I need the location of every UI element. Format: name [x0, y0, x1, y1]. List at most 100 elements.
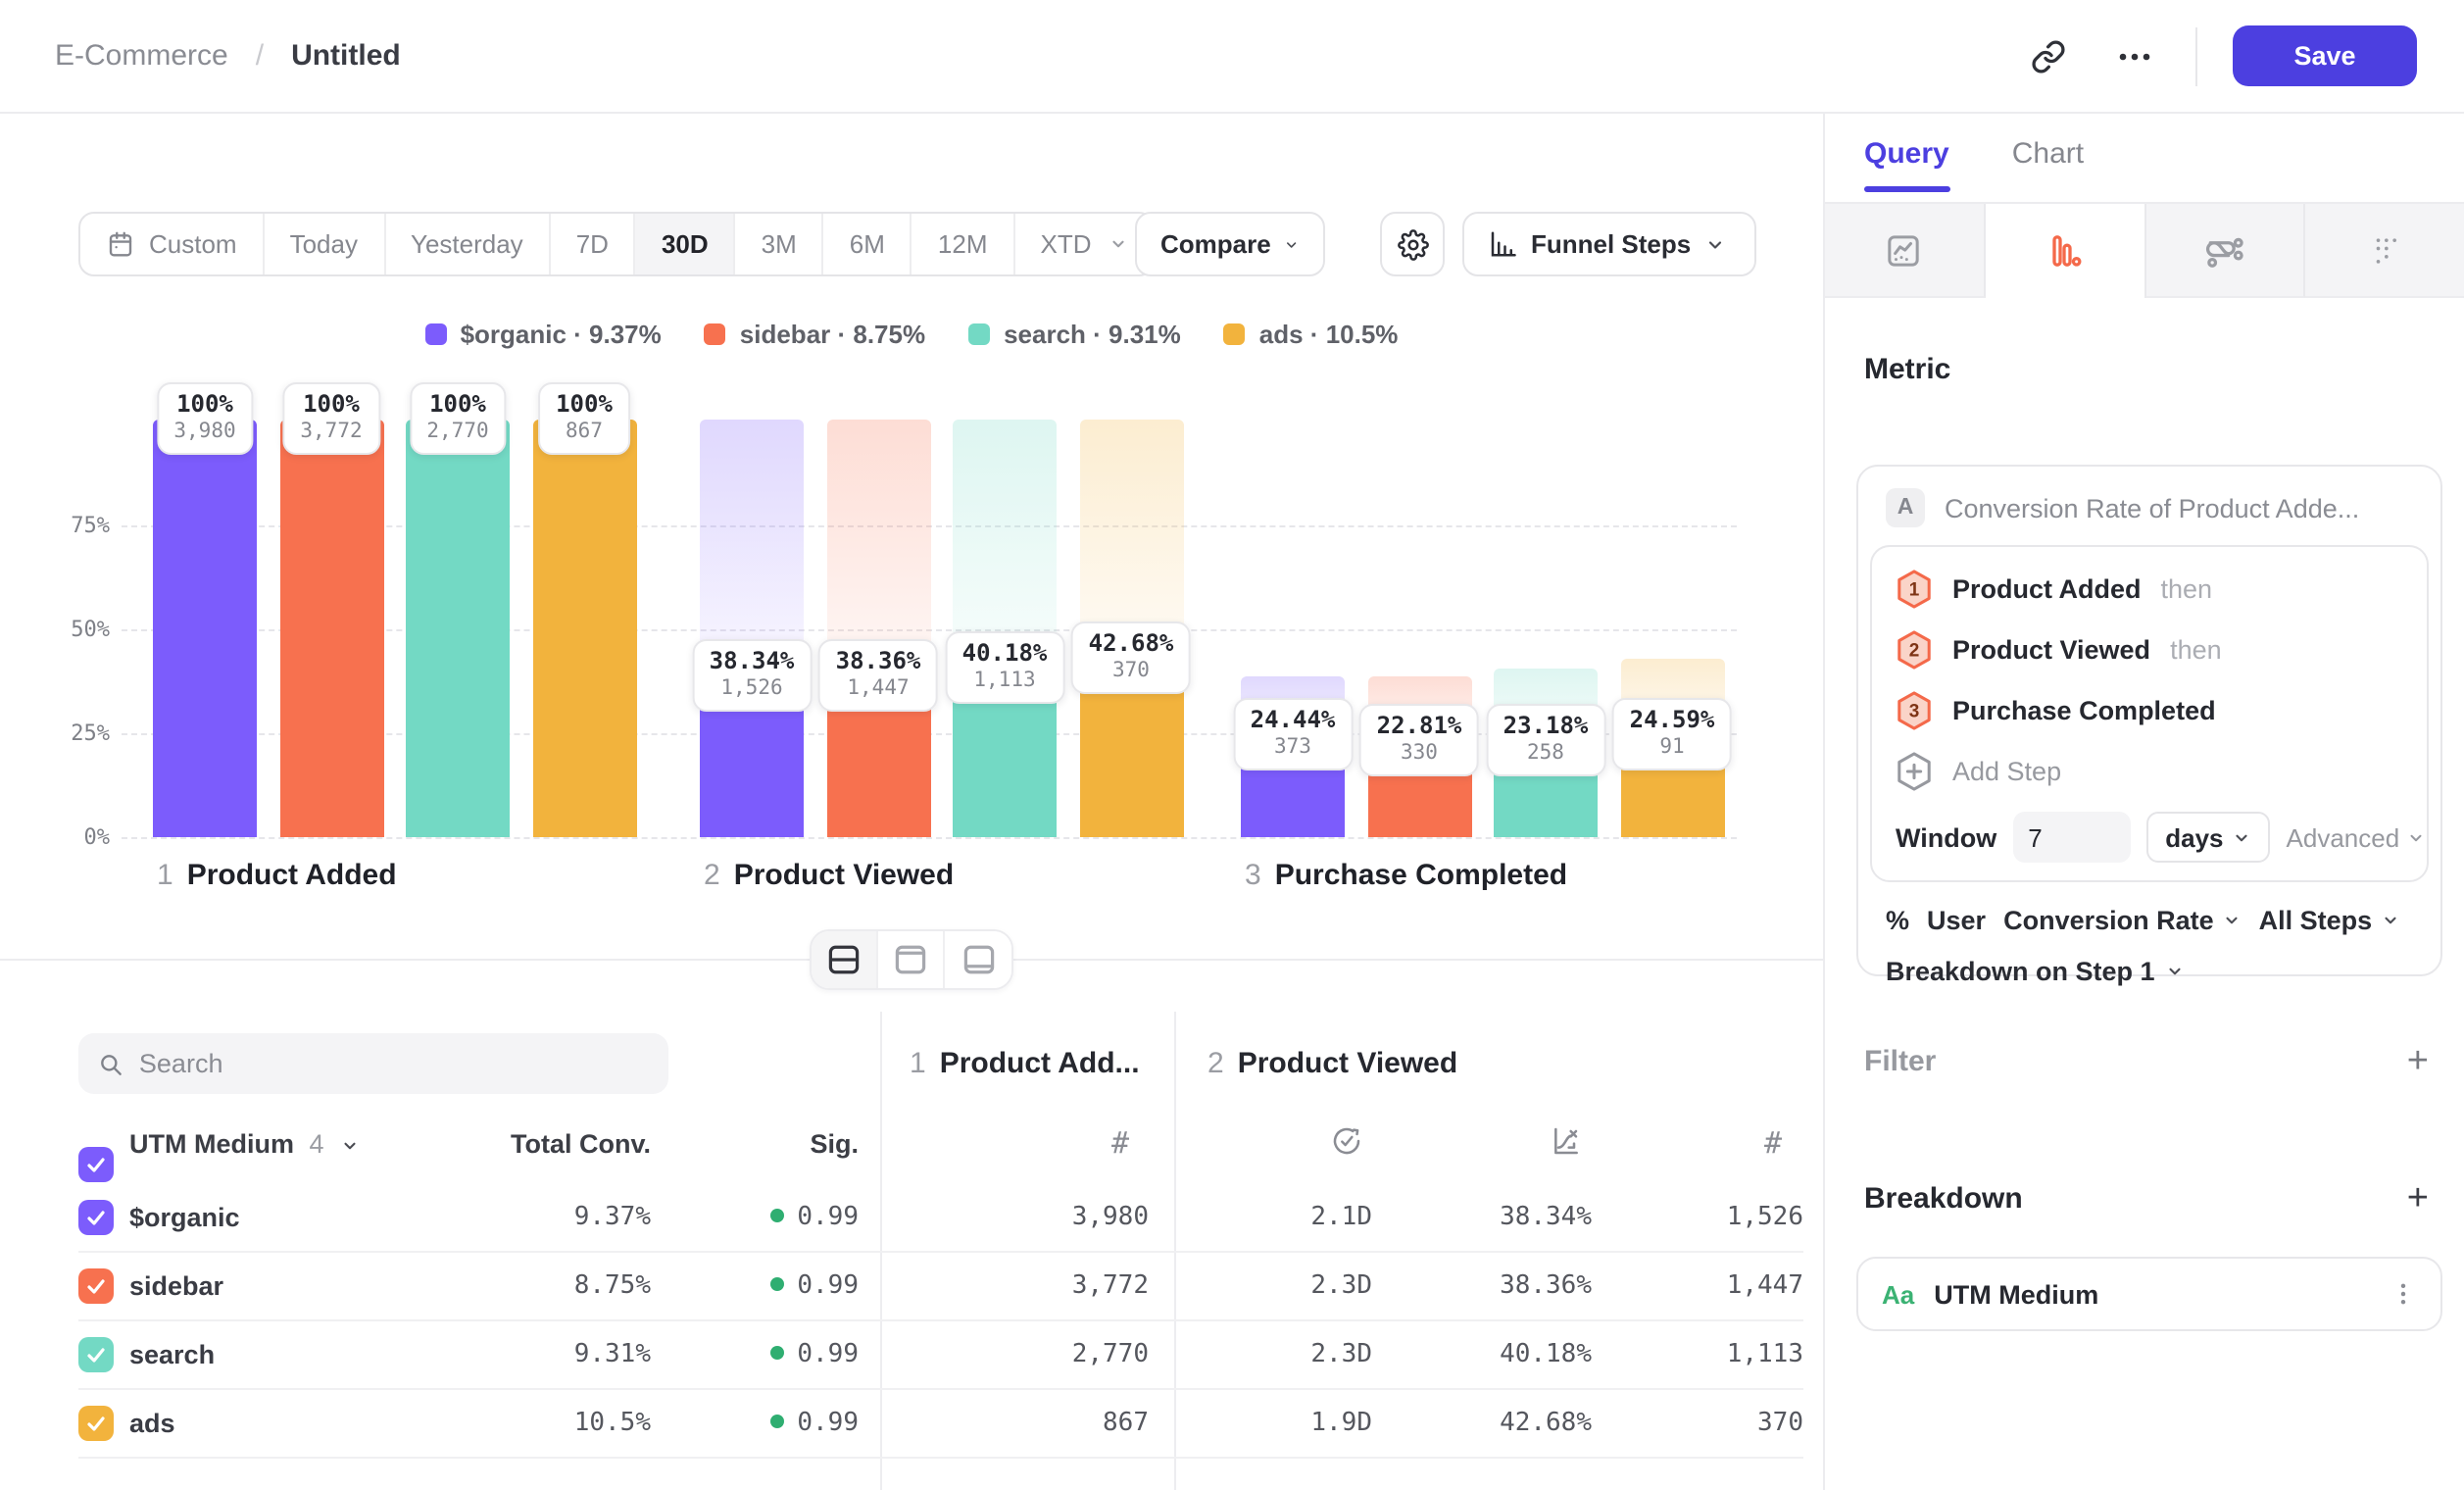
measure-scope-select[interactable]: All Steps: [2259, 906, 2400, 935]
legend-item-sidebar[interactable]: sidebar · 8.75%: [705, 320, 925, 349]
table-col-breakdown[interactable]: UTM Medium 4: [129, 1129, 359, 1159]
bar-count: 370: [1089, 659, 1174, 684]
more-menu-icon[interactable]: [2109, 30, 2160, 81]
tab-chart[interactable]: Chart: [2012, 137, 2084, 171]
tab-retention-chart[interactable]: [2306, 204, 2464, 298]
row-checkbox[interactable]: [78, 1268, 114, 1304]
dots-grid-icon: [2365, 230, 2404, 270]
check-icon: [84, 1412, 108, 1435]
svg-text:2: 2: [1909, 641, 1920, 662]
row-avg-time: 2.3D: [1310, 1271, 1372, 1301]
link-icon[interactable]: [2023, 30, 2074, 81]
query-step-3[interactable]: 3Purchase Completed: [1896, 680, 2403, 741]
search-input[interactable]: [139, 1049, 649, 1078]
measure-user[interactable]: User: [1927, 906, 1986, 935]
bar-count: 258: [1503, 740, 1589, 766]
row-checkbox[interactable]: [78, 1337, 114, 1372]
window-value-input[interactable]: [2012, 812, 2130, 863]
bar-ads-step1[interactable]: [532, 420, 636, 837]
check-icon: [84, 1343, 108, 1366]
step-number: 1: [910, 1047, 926, 1080]
table-group-header-step2[interactable]: 2 Product Viewed: [1207, 1047, 1457, 1080]
row-total-conv: 9.37%: [574, 1203, 651, 1232]
tab-query[interactable]: Query: [1864, 137, 1949, 171]
table-col-total-conv[interactable]: Total Conv.: [511, 1129, 651, 1159]
row-significance: 0.99: [769, 1409, 859, 1438]
legend-item-ads[interactable]: ads · 10.5%: [1224, 320, 1399, 349]
query-step-1[interactable]: 1Product Addedthen: [1896, 559, 2403, 620]
breadcrumb-project[interactable]: E-Commerce: [55, 39, 228, 73]
funnel-steps-card: 1Product Addedthen2Product Viewedthen3Pu…: [1870, 545, 2429, 882]
date-range-6m[interactable]: 6M: [824, 214, 912, 274]
tab-flow-chart[interactable]: [2145, 204, 2306, 298]
layout-table-only-button[interactable]: [945, 931, 1011, 988]
legend-swatch: [425, 323, 447, 345]
active-tab-indicator: [1864, 186, 1950, 192]
date-range-yesterday[interactable]: Yesterday: [385, 214, 551, 274]
chart-settings-button[interactable]: [1380, 212, 1445, 276]
measure-metric-select[interactable]: Conversion Rate: [2003, 906, 2242, 935]
range-label: 7D: [576, 229, 609, 259]
conversion-rate-icon[interactable]: [1551, 1125, 1582, 1157]
breakdown-on-step-select[interactable]: Breakdown on Step 1: [1858, 935, 2440, 986]
add-breakdown-button[interactable]: +: [2407, 1180, 2429, 1217]
bar-sidebar-step1[interactable]: [279, 420, 383, 837]
table-row-search[interactable]: search9.31%0.992,7702.3D40.18%1,113: [78, 1321, 1803, 1390]
date-range-today[interactable]: Today: [265, 214, 385, 274]
bar-conversion-pct: 100%: [426, 390, 488, 420]
date-range-12m[interactable]: 12M: [912, 214, 1015, 274]
uniques-count-icon[interactable]: #: [1111, 1125, 1129, 1161]
add-filter-button[interactable]: +: [2407, 1043, 2429, 1080]
step-hexagon-badge: 3: [1896, 690, 1933, 731]
legend-swatch: [968, 323, 990, 345]
measure-pct[interactable]: %: [1886, 906, 1909, 935]
bar-organic-step1[interactable]: [153, 420, 257, 837]
bar-conversion-pct: 38.34%: [710, 648, 795, 677]
date-range-7d[interactable]: 7D: [551, 214, 636, 274]
tab-line-chart[interactable]: [1825, 204, 1986, 298]
layout-chart-only-button[interactable]: [878, 931, 945, 988]
save-button[interactable]: Save: [2233, 25, 2417, 86]
tab-funnel-chart[interactable]: [1986, 204, 2146, 298]
property-type-icon: Aa: [1882, 1279, 1914, 1309]
query-step-2[interactable]: 2Product Viewedthen: [1896, 620, 2403, 680]
bar-conversion-pct: 100%: [300, 390, 362, 420]
metric-header-row[interactable]: A Conversion Rate of Product Adde...: [1858, 467, 2440, 545]
table-row-sidebar[interactable]: sidebar8.75%0.993,7722.3D38.36%1,447: [78, 1253, 1803, 1321]
select-all-checkbox[interactable]: [78, 1147, 114, 1182]
row-step2-uniques: 370: [1757, 1409, 1803, 1438]
layout-split-view-button[interactable]: [812, 931, 878, 988]
breakdown-section: Breakdown +: [1864, 1180, 2429, 1217]
row-checkbox[interactable]: [78, 1200, 114, 1235]
avg-time-icon[interactable]: [1331, 1125, 1362, 1157]
legend-item-search[interactable]: search · 9.31%: [968, 320, 1181, 349]
chart-type-selector[interactable]: Funnel Steps: [1462, 212, 1756, 276]
table-col-sig[interactable]: Sig.: [810, 1129, 859, 1159]
date-range-30d[interactable]: 30D: [636, 214, 736, 274]
add-step-label: Add Step: [1952, 757, 2061, 786]
date-range-3m[interactable]: 3M: [736, 214, 824, 274]
chevron-down-icon: [341, 1137, 359, 1155]
row-checkbox[interactable]: [78, 1406, 114, 1441]
uniques-count-icon[interactable]: #: [1764, 1125, 1782, 1161]
row-significance: 0.99: [769, 1203, 859, 1232]
add-step-button[interactable]: Add Step: [1896, 741, 2403, 802]
search-icon: [98, 1050, 123, 1077]
legend-item-organic[interactable]: $organic · 9.37%: [425, 320, 662, 349]
bar-search-step1[interactable]: [406, 420, 510, 837]
svg-text:3: 3: [1909, 702, 1920, 722]
date-range-xtd[interactable]: XTD: [1015, 214, 1153, 274]
range-label: Today: [290, 229, 358, 259]
window-unit-select[interactable]: days: [2145, 812, 2270, 863]
date-range-custom[interactable]: Custom: [80, 214, 265, 274]
row-significance: 0.99: [769, 1340, 859, 1369]
advanced-toggle[interactable]: Advanced: [2287, 822, 2426, 852]
compare-button[interactable]: Compare: [1135, 212, 1325, 276]
row-step2-uniques: 1,526: [1727, 1203, 1803, 1232]
table-group-header-step1[interactable]: 1 Product Add...: [910, 1047, 1140, 1080]
kebab-menu-icon[interactable]: [2390, 1280, 2417, 1308]
breadcrumb-page-title[interactable]: Untitled: [291, 39, 401, 73]
breakdown-property-card[interactable]: Aa UTM Medium: [1856, 1257, 2442, 1331]
table-row-organic[interactable]: $organic9.37%0.993,9802.1D38.34%1,526: [78, 1184, 1803, 1253]
table-row-ads[interactable]: ads10.5%0.998671.9D42.68%370: [78, 1390, 1803, 1459]
